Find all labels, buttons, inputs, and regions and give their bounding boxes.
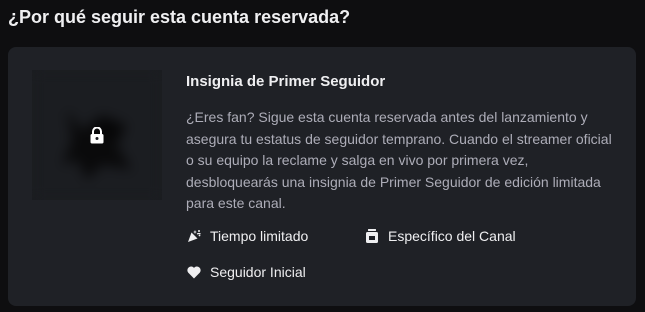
party-popper-icon: [188, 230, 201, 242]
lock-icon: [90, 127, 104, 144]
feature-limited-time: Tiempo limitado: [186, 226, 308, 246]
feature-label: Seguidor Inicial: [210, 264, 306, 280]
feature-early-follower: Seguidor Inicial: [186, 262, 306, 282]
section-heading: ¿Por qué seguir esta cuenta reservada?: [8, 7, 351, 27]
feature-list: Tiempo limitado Específico del Canal Seg…: [186, 226, 616, 286]
feature-label: Específico del Canal: [388, 228, 516, 244]
badge-info: Insignia de Primer Seguidor ¿Eres fan? S…: [186, 72, 616, 215]
badge-title: Insignia de Primer Seguidor: [186, 73, 386, 90]
feature-channel-specific: Específico del Canal: [364, 226, 516, 246]
badge-description: ¿Eres fan? Sigue esta cuenta reservada a…: [186, 109, 612, 211]
badge-thumbnail: [32, 70, 162, 200]
feature-label: Tiempo limitado: [210, 228, 309, 244]
badge-card: Insignia de Primer Seguidor ¿Eres fan? S…: [8, 47, 636, 306]
channel-icon: [366, 229, 378, 243]
heart-icon: [187, 266, 201, 279]
